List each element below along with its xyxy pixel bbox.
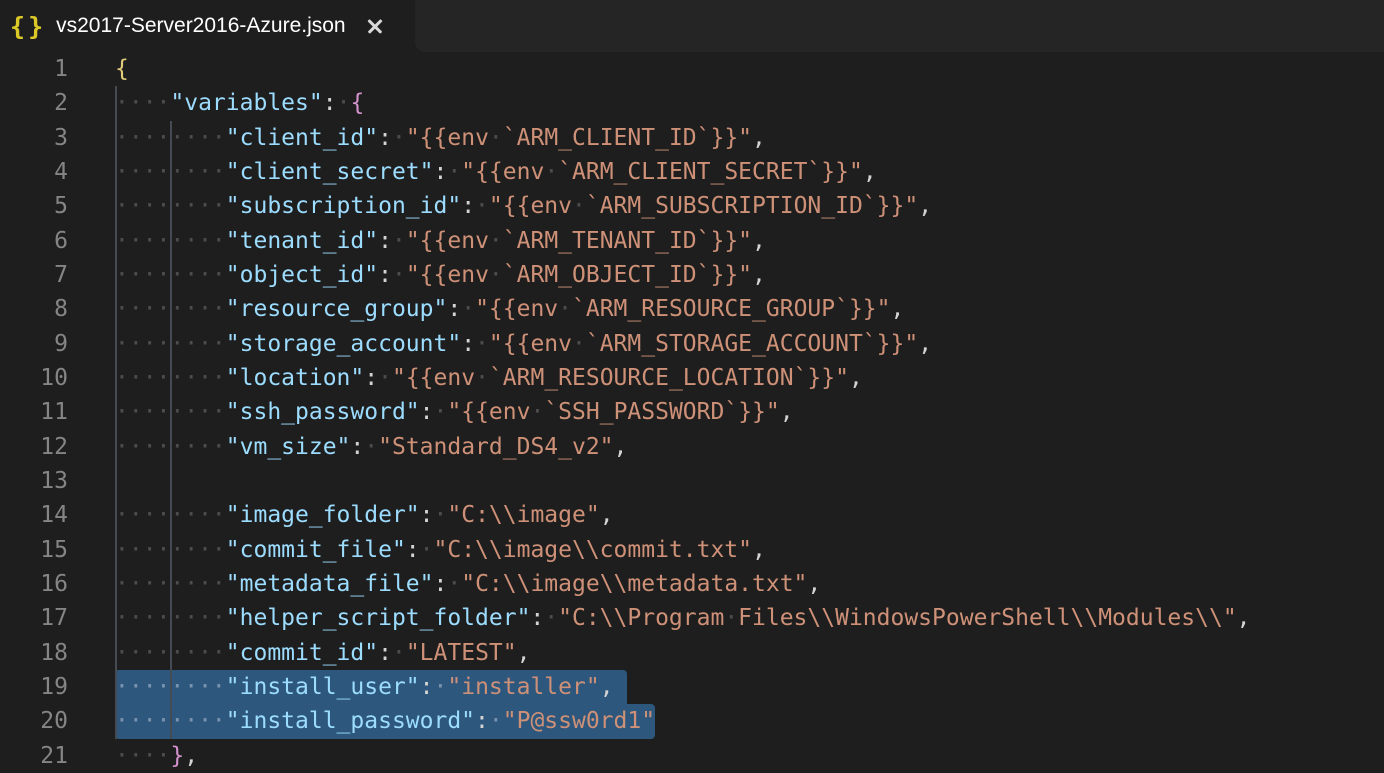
line-number[interactable]: 15 [0, 533, 68, 567]
code-line[interactable]: 18 ········"commit_id":·"LATEST", [0, 636, 1384, 670]
code-line[interactable]: 17 ········"helper_script_folder":·"C:\\P… [0, 601, 1384, 635]
code-line[interactable]: 2 ····"variables":·{ [0, 86, 1384, 120]
code-line[interactable]: 14 ········"image_folder":·"C:\\image", [0, 498, 1384, 532]
code-text[interactable]: ····"variables":·{ [115, 86, 364, 120]
code-text[interactable]: ········"commit_file":·"C:\\image\\commi… [115, 533, 766, 567]
code-text[interactable]: ········"image_folder":·"C:\\image", [115, 498, 614, 532]
line-number[interactable]: 8 [0, 292, 68, 326]
code-line[interactable]: 15 ········"commit_file":·"C:\\image\\com… [0, 533, 1384, 567]
code-text[interactable]: ········"subscription_id":·"{{env·`ARM_S… [115, 189, 932, 223]
code-text[interactable]: ········"resource_group":·"{{env·`ARM_RE… [115, 292, 904, 326]
code-text[interactable]: ········"object_id":·"{{env·`ARM_OBJECT_… [115, 258, 766, 292]
code-text[interactable]: ····}, [115, 739, 198, 773]
code-text[interactable]: ········"location":·"{{env·`ARM_RESOURCE… [115, 361, 863, 395]
code-line[interactable]: 13 [0, 464, 1384, 498]
line-number[interactable]: 13 [0, 464, 68, 498]
code-line[interactable]: 19 ········"install_user":·"installer", [0, 670, 1384, 704]
code-line[interactable]: 8 ········"resource_group":·"{{env·`ARM_R… [0, 292, 1384, 326]
line-number[interactable]: 5 [0, 189, 68, 223]
line-number[interactable]: 10 [0, 361, 68, 395]
line-number[interactable]: 4 [0, 155, 68, 189]
code-line[interactable]: 6 ········"tenant_id":·"{{env·`ARM_TENANT… [0, 224, 1384, 258]
code-text[interactable]: ········"ssh_password":·"{{env·`SSH_PASS… [115, 395, 794, 429]
code-text[interactable]: ········"client_id":·"{{env·`ARM_CLIENT_… [115, 121, 766, 155]
code-line[interactable]: 1{ [0, 52, 1384, 86]
code-text[interactable]: { [115, 52, 129, 86]
code-text[interactable]: ········"commit_id":·"LATEST", [115, 636, 530, 670]
line-number[interactable]: 6 [0, 224, 68, 258]
json-braces-icon: {} [10, 12, 46, 41]
code-line[interactable]: 5 ········"subscription_id":·"{{env·`ARM_… [0, 189, 1384, 223]
tab-strip-filler [415, 0, 1384, 52]
line-number[interactable]: 3 [0, 121, 68, 155]
line-number[interactable]: 12 [0, 430, 68, 464]
code-line[interactable]: 3 ········"client_id":·"{{env·`ARM_CLIENT… [0, 121, 1384, 155]
line-number[interactable]: 20 [0, 704, 68, 738]
tab-title: vs2017-Server2016-Azure.json [56, 14, 346, 38]
line-number[interactable]: 17 [0, 601, 68, 635]
line-number[interactable]: 2 [0, 86, 68, 120]
code-text[interactable]: ········"helper_script_folder":·"C:\\Pro… [115, 601, 1251, 635]
code-editor[interactable]: 1{2····"variables":·{3········"client_id… [0, 52, 1384, 772]
code-line[interactable]: 9 ········"storage_account":·"{{env·`ARM_… [0, 327, 1384, 361]
tab-bar: {} vs2017-Server2016-Azure.json [0, 0, 1384, 52]
line-number[interactable]: 21 [0, 739, 68, 773]
code-line[interactable]: 12 ········"vm_size":·"Standard_DS4_v2", [0, 430, 1384, 464]
line-number[interactable]: 9 [0, 327, 68, 361]
code-text[interactable]: ········"install_password":·"P@ssw0rd1" [115, 704, 655, 738]
code-line[interactable]: 4 ········"client_secret":·"{{env·`ARM_CL… [0, 155, 1384, 189]
line-number[interactable]: 1 [0, 52, 68, 86]
code-text[interactable]: ········"storage_account":·"{{env·`ARM_S… [115, 327, 932, 361]
code-line[interactable]: 10 ········"location":·"{{env·`ARM_RESOUR… [0, 361, 1384, 395]
line-number[interactable]: 7 [0, 258, 68, 292]
code-text[interactable]: ········"tenant_id":·"{{env·`ARM_TENANT_… [115, 224, 766, 258]
code-text[interactable]: ········"metadata_file":·"C:\\image\\met… [115, 567, 821, 601]
tab-vs2017-server2016-azure-json[interactable]: {} vs2017-Server2016-Azure.json [0, 0, 415, 52]
line-number[interactable]: 11 [0, 395, 68, 429]
close-icon[interactable] [364, 15, 386, 37]
line-number[interactable]: 16 [0, 567, 68, 601]
code-text[interactable]: ········"install_user":·"installer", [115, 670, 614, 704]
code-line[interactable]: 20 ········"install_password":·"P@ssw0rd1… [0, 704, 1384, 738]
line-number[interactable]: 18 [0, 636, 68, 670]
line-number[interactable]: 19 [0, 670, 68, 704]
code-text[interactable]: ········"client_secret":·"{{env·`ARM_CLI… [115, 155, 877, 189]
code-text[interactable]: ········"vm_size":·"Standard_DS4_v2", [115, 430, 627, 464]
code-line[interactable]: 21 ····}, [0, 739, 1384, 773]
code-line[interactable]: 16 ········"metadata_file":·"C:\\image\\m… [0, 567, 1384, 601]
code-line[interactable]: 11 ········"ssh_password":·"{{env·`SSH_PA… [0, 395, 1384, 429]
line-number[interactable]: 14 [0, 498, 68, 532]
code-line[interactable]: 7 ········"object_id":·"{{env·`ARM_OBJECT… [0, 258, 1384, 292]
